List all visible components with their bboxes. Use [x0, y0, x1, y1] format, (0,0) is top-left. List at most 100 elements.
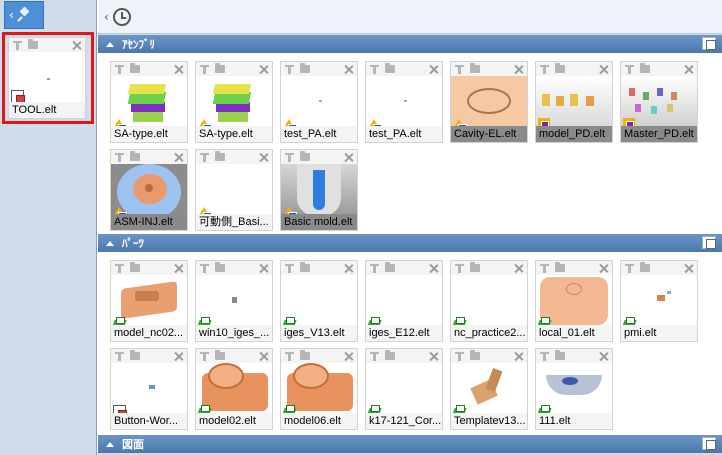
- close-icon[interactable]: [72, 41, 81, 50]
- file-card[interactable]: iges_E12.elt: [365, 260, 443, 342]
- pin-to-top-icon[interactable]: [115, 64, 124, 74]
- open-folder-icon[interactable]: [300, 262, 310, 272]
- pin-to-top-icon[interactable]: [370, 263, 379, 273]
- open-folder-icon[interactable]: [640, 262, 650, 272]
- file-card[interactable]: win10_iges_...: [195, 260, 273, 342]
- chevron-left-icon[interactable]: ‹: [104, 10, 109, 24]
- pin-to-top-icon[interactable]: [540, 64, 549, 74]
- close-icon[interactable]: [344, 352, 353, 361]
- close-icon[interactable]: [344, 153, 353, 162]
- close-icon[interactable]: [514, 352, 523, 361]
- open-folder-icon[interactable]: [555, 262, 565, 272]
- close-icon[interactable]: [429, 264, 438, 273]
- file-card[interactable]: Templatev13...: [450, 348, 528, 430]
- section-header-parts[interactable]: ﾊﾟｰﾂ: [98, 234, 722, 252]
- close-icon[interactable]: [514, 65, 523, 74]
- file-card[interactable]: local_01.elt: [535, 260, 613, 342]
- close-icon[interactable]: [684, 264, 693, 273]
- open-folder-icon[interactable]: [385, 262, 395, 272]
- pin-to-top-icon[interactable]: [200, 351, 209, 361]
- open-folder-icon[interactable]: [130, 350, 140, 360]
- pin-to-top-icon[interactable]: [370, 351, 379, 361]
- file-card[interactable]: k17-121_Cor...: [365, 348, 443, 430]
- file-card[interactable]: model_nc02...: [110, 260, 188, 342]
- file-card[interactable]: test_PA.elt: [365, 61, 443, 143]
- file-card[interactable]: Basic mold.elt: [280, 149, 358, 231]
- pin-to-top-icon[interactable]: [625, 64, 634, 74]
- pin-to-top-icon[interactable]: [115, 263, 124, 273]
- close-icon[interactable]: [259, 352, 268, 361]
- file-card[interactable]: ASM-INJ.elt: [110, 149, 188, 231]
- pin-to-top-icon[interactable]: [285, 64, 294, 74]
- file-card[interactable]: 111.elt: [535, 348, 613, 430]
- pin-to-top-icon[interactable]: [455, 351, 464, 361]
- open-folder-icon[interactable]: [555, 350, 565, 360]
- pin-to-top-icon[interactable]: [200, 152, 209, 162]
- close-icon[interactable]: [174, 65, 183, 74]
- section-header-assembly[interactable]: ｱｾﾝﾌﾞﾘ: [98, 35, 722, 53]
- pin-to-top-icon[interactable]: [285, 152, 294, 162]
- pin-to-top-icon[interactable]: [370, 64, 379, 74]
- file-card[interactable]: Button-Wor...: [110, 348, 188, 430]
- pin-to-top-icon[interactable]: [200, 64, 209, 74]
- open-folder-icon[interactable]: [215, 262, 225, 272]
- open-folder-icon[interactable]: [300, 350, 310, 360]
- pin-to-top-icon[interactable]: [285, 263, 294, 273]
- file-card[interactable]: nc_practice2...: [450, 260, 528, 342]
- close-icon[interactable]: [599, 352, 608, 361]
- close-icon[interactable]: [344, 264, 353, 273]
- file-card[interactable]: model_PD.elt: [535, 61, 613, 143]
- close-icon[interactable]: [174, 264, 183, 273]
- open-folder-icon[interactable]: [130, 63, 140, 73]
- file-card[interactable]: model06.elt: [280, 348, 358, 430]
- close-icon[interactable]: [344, 65, 353, 74]
- close-section-icon[interactable]: [702, 236, 716, 249]
- open-folder-icon[interactable]: [385, 63, 395, 73]
- close-icon[interactable]: [259, 65, 268, 74]
- section-header-drawings[interactable]: 図面: [98, 435, 722, 453]
- open-folder-icon[interactable]: [28, 39, 38, 49]
- open-folder-icon[interactable]: [555, 63, 565, 73]
- file-card[interactable]: SA-type.elt: [195, 61, 273, 143]
- close-icon[interactable]: [259, 264, 268, 273]
- open-folder-icon[interactable]: [640, 63, 650, 73]
- open-folder-icon[interactable]: [300, 63, 310, 73]
- pin-to-top-icon[interactable]: [285, 351, 294, 361]
- pin-to-top-icon[interactable]: [115, 351, 124, 361]
- pin-to-top-icon[interactable]: [540, 351, 549, 361]
- pin-to-top-icon[interactable]: [455, 263, 464, 273]
- open-folder-icon[interactable]: [130, 262, 140, 272]
- history-clock-icon[interactable]: [112, 7, 131, 26]
- close-icon[interactable]: [429, 65, 438, 74]
- open-folder-icon[interactable]: [215, 151, 225, 161]
- pin-to-top-icon[interactable]: [540, 263, 549, 273]
- file-card[interactable]: test_PA.elt: [280, 61, 358, 143]
- close-icon[interactable]: [684, 65, 693, 74]
- file-card[interactable]: model02.elt: [195, 348, 273, 430]
- collapse-pin-button[interactable]: ‹: [4, 1, 44, 29]
- close-section-icon[interactable]: [702, 437, 716, 450]
- close-icon[interactable]: [429, 352, 438, 361]
- open-folder-icon[interactable]: [470, 350, 480, 360]
- open-folder-icon[interactable]: [470, 262, 480, 272]
- pinned-file-card[interactable]: TOOL.elt: [8, 37, 86, 119]
- open-folder-icon[interactable]: [130, 151, 140, 161]
- pin-to-top-icon[interactable]: [115, 152, 124, 162]
- open-folder-icon[interactable]: [470, 63, 480, 73]
- file-card[interactable]: iges_V13.elt: [280, 260, 358, 342]
- file-card[interactable]: SA-type.elt: [110, 61, 188, 143]
- open-folder-icon[interactable]: [215, 350, 225, 360]
- file-card[interactable]: pmi.elt: [620, 260, 698, 342]
- file-card[interactable]: Cavity-EL.elt: [450, 61, 528, 143]
- open-folder-icon[interactable]: [300, 151, 310, 161]
- pin-to-top-icon[interactable]: [625, 263, 634, 273]
- pin-to-top-icon[interactable]: [200, 263, 209, 273]
- close-icon[interactable]: [599, 65, 608, 74]
- pin-to-top-icon[interactable]: [13, 40, 22, 50]
- file-card[interactable]: 可動側_Basi...: [195, 149, 273, 231]
- close-icon[interactable]: [174, 352, 183, 361]
- close-icon[interactable]: [599, 264, 608, 273]
- open-folder-icon[interactable]: [385, 350, 395, 360]
- open-folder-icon[interactable]: [215, 63, 225, 73]
- close-icon[interactable]: [259, 153, 268, 162]
